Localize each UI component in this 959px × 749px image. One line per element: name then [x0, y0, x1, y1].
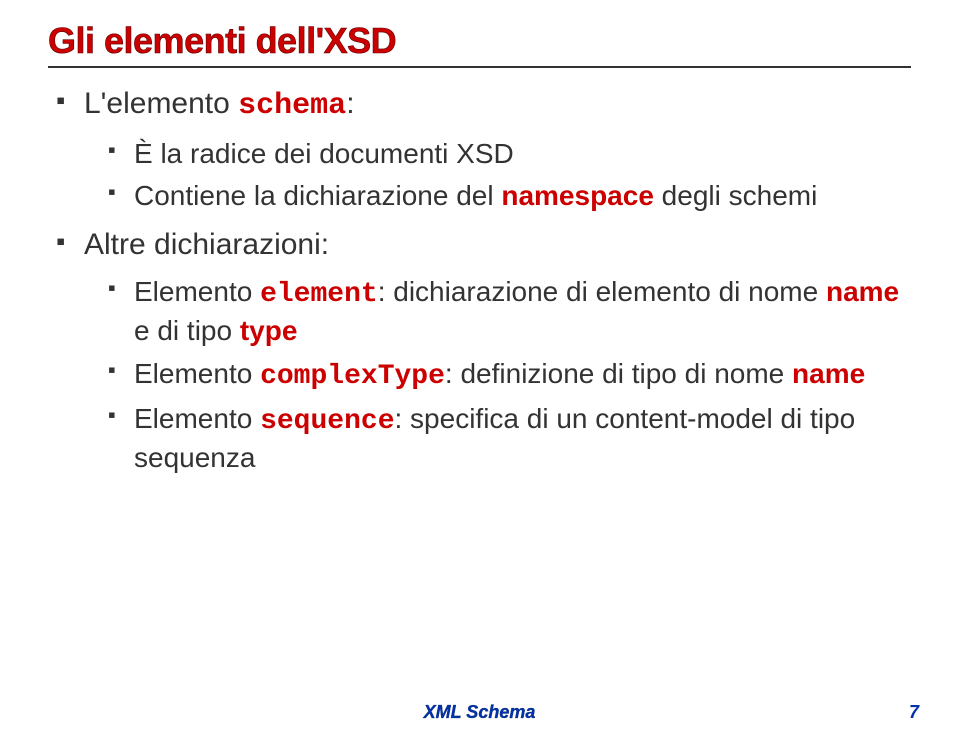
bullet-item: Elemento element: dichiarazione di eleme…: [108, 274, 911, 350]
text: Elemento: [134, 358, 260, 389]
text: L'elemento: [84, 87, 238, 120]
bullet-item: Elemento sequence: specifica di un conte…: [108, 401, 911, 477]
text: Elemento: [134, 403, 260, 434]
slide-content: Gli elementi dell'XSD L'elemento schema:…: [0, 0, 959, 477]
text: : definizione di tipo di nome: [445, 358, 792, 389]
code-keyword: complexType: [260, 361, 445, 392]
text: degli schemi: [654, 180, 817, 211]
text: e di tipo: [134, 315, 240, 346]
bullet-item: È la radice dei documenti XSD: [108, 136, 911, 172]
text: Elemento: [134, 276, 260, 307]
title-underline: [48, 66, 911, 68]
keyword: namespace: [501, 180, 654, 211]
page-number: 7: [909, 702, 919, 723]
keyword: name: [826, 276, 899, 307]
text: : dichiarazione di elemento di nome: [378, 276, 826, 307]
bullet-item: Elemento complexType: definizione di tip…: [108, 356, 911, 395]
bullet-list-lvl2: È la radice dei documenti XSD Contiene l…: [108, 136, 911, 215]
bullet-item: Contiene la dichiarazione del namespace …: [108, 178, 911, 214]
keyword: type: [240, 315, 298, 346]
code-keyword: element: [260, 279, 378, 310]
bullet-item: Altre dichiarazioni: Elemento element: d…: [56, 225, 911, 477]
footer-text: XML Schema: [424, 702, 536, 722]
text: Altre dichiarazioni:: [84, 228, 329, 261]
slide-title: Gli elementi dell'XSD: [48, 20, 911, 62]
code-keyword: schema: [238, 89, 346, 123]
bullet-list-lvl1: L'elemento schema: È la radice dei docum…: [56, 84, 911, 477]
keyword: name: [792, 358, 865, 389]
code-keyword: sequence: [260, 406, 394, 437]
bullet-item: L'elemento schema: È la radice dei docum…: [56, 84, 911, 215]
text: È la radice dei documenti XSD: [134, 138, 514, 169]
bullet-list-lvl2: Elemento element: dichiarazione di eleme…: [108, 274, 911, 477]
text: Contiene la dichiarazione del: [134, 180, 501, 211]
slide-footer: XML Schema: [0, 702, 959, 723]
text: :: [346, 87, 354, 120]
